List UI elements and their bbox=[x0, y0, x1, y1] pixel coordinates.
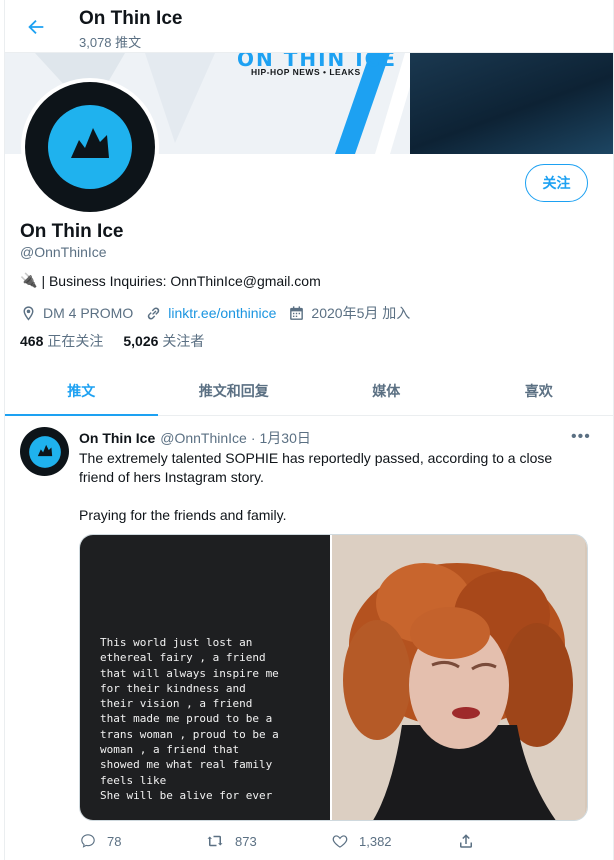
retweet-count: 873 bbox=[235, 833, 257, 849]
on-thin-ice-logo-icon bbox=[48, 105, 132, 189]
profile-avatar[interactable] bbox=[21, 78, 159, 216]
followers-count: 5,026 bbox=[123, 333, 159, 349]
reply-button[interactable]: 78 bbox=[79, 832, 205, 850]
tab-likes[interactable]: 喜欢 bbox=[463, 366, 614, 415]
back-button[interactable] bbox=[23, 14, 49, 40]
followers-label: 关注者 bbox=[162, 333, 205, 349]
tweet-media[interactable]: This world just lost an ethereal fairy ,… bbox=[79, 534, 588, 821]
profile-bio: 🔌 | Business Inquiries: OnnThinIce@gmail… bbox=[20, 272, 321, 289]
banner-tagline: HIP-HOP NEWS • LEAKS bbox=[251, 67, 361, 77]
on-thin-ice-logo-icon bbox=[28, 435, 61, 468]
following-link[interactable]: 468 正在关注 bbox=[20, 331, 103, 351]
reply-icon bbox=[81, 834, 95, 848]
reply-count: 78 bbox=[107, 833, 122, 849]
story-text: This world just lost an ethereal fairy ,… bbox=[100, 636, 279, 802]
follow-button[interactable]: 关注 bbox=[525, 164, 588, 202]
plug-emoji-icon: 🔌 bbox=[20, 272, 38, 288]
tweet-timestamp[interactable]: 1月30日 bbox=[260, 428, 311, 448]
retweet-button[interactable]: 873 bbox=[205, 832, 331, 850]
profile-name: On Thin Ice bbox=[20, 221, 124, 242]
following-count: 468 bbox=[20, 333, 44, 349]
link-icon bbox=[148, 306, 160, 320]
joined-item: 2020年5月 加入 bbox=[288, 303, 410, 323]
tweet-actions: 78 873 1,382 bbox=[79, 832, 509, 850]
tab-tweets[interactable]: 推文 bbox=[5, 366, 158, 416]
top-header: On Thin Ice 3,078 推文 bbox=[5, 0, 613, 53]
heart-icon bbox=[332, 835, 348, 848]
tweet-item[interactable]: On Thin Ice @OnnThinIce · 1月30日 ••• The … bbox=[5, 416, 613, 860]
joined-text: 2020年5月 加入 bbox=[311, 305, 411, 321]
like-button[interactable]: 1,382 bbox=[331, 832, 457, 850]
tweet-text: The extremely talented SOPHIE has report… bbox=[79, 450, 553, 523]
link-item: linktr.ee/onthinice bbox=[145, 305, 276, 322]
tab-media[interactable]: 媒体 bbox=[310, 366, 463, 415]
portrait-graphic bbox=[332, 535, 585, 820]
location-pin-icon bbox=[23, 305, 34, 321]
calendar-icon bbox=[290, 305, 304, 320]
profile-handle: @OnnThinIce bbox=[20, 244, 107, 260]
profile-page: On Thin Ice 3,078 推文 ON THIN ICE HIP-HOP… bbox=[4, 0, 614, 860]
tweet-author-handle[interactable]: @OnnThinIce bbox=[160, 430, 247, 446]
tab-tweets-and-replies[interactable]: 推文和回复 bbox=[158, 366, 311, 415]
tweet-avatar[interactable] bbox=[20, 427, 69, 476]
tweet-count: 3,078 推文 bbox=[79, 35, 142, 50]
portrait-photo[interactable] bbox=[332, 535, 587, 820]
bio-text: | Business Inquiries: OnnThinIce@gmail.c… bbox=[41, 272, 321, 289]
arrow-left-icon bbox=[28, 19, 44, 35]
tweet-header: On Thin Ice @OnnThinIce · 1月30日 bbox=[79, 428, 311, 448]
story-screenshot-image[interactable]: This world just lost an ethereal fairy ,… bbox=[80, 535, 332, 820]
profile-link[interactable]: linktr.ee/onthinice bbox=[168, 305, 276, 321]
more-options-icon[interactable]: ••• bbox=[571, 428, 591, 446]
header-title: On Thin Ice bbox=[79, 8, 183, 29]
followers-link[interactable]: 5,026 关注者 bbox=[123, 331, 204, 351]
separator-dot: · bbox=[250, 430, 256, 446]
like-count: 1,382 bbox=[359, 833, 392, 849]
profile-meta: DM 4 PROMO linktr.ee/onthinice 2020年5月 加… bbox=[20, 303, 422, 323]
location-text: DM 4 PROMO bbox=[43, 305, 134, 321]
share-button[interactable] bbox=[457, 832, 485, 850]
profile-tabs: 推文 推文和回复 媒体 喜欢 bbox=[5, 366, 614, 416]
following-label: 正在关注 bbox=[47, 333, 104, 349]
follow-stats: 468 正在关注 5,026 关注者 bbox=[20, 331, 224, 351]
tweet-author-name[interactable]: On Thin Ice bbox=[79, 430, 155, 446]
share-icon bbox=[460, 834, 472, 848]
retweet-icon bbox=[207, 835, 223, 847]
banner-city-image bbox=[410, 53, 613, 154]
avatar-image bbox=[25, 82, 155, 212]
location-item: DM 4 PROMO bbox=[20, 305, 133, 322]
